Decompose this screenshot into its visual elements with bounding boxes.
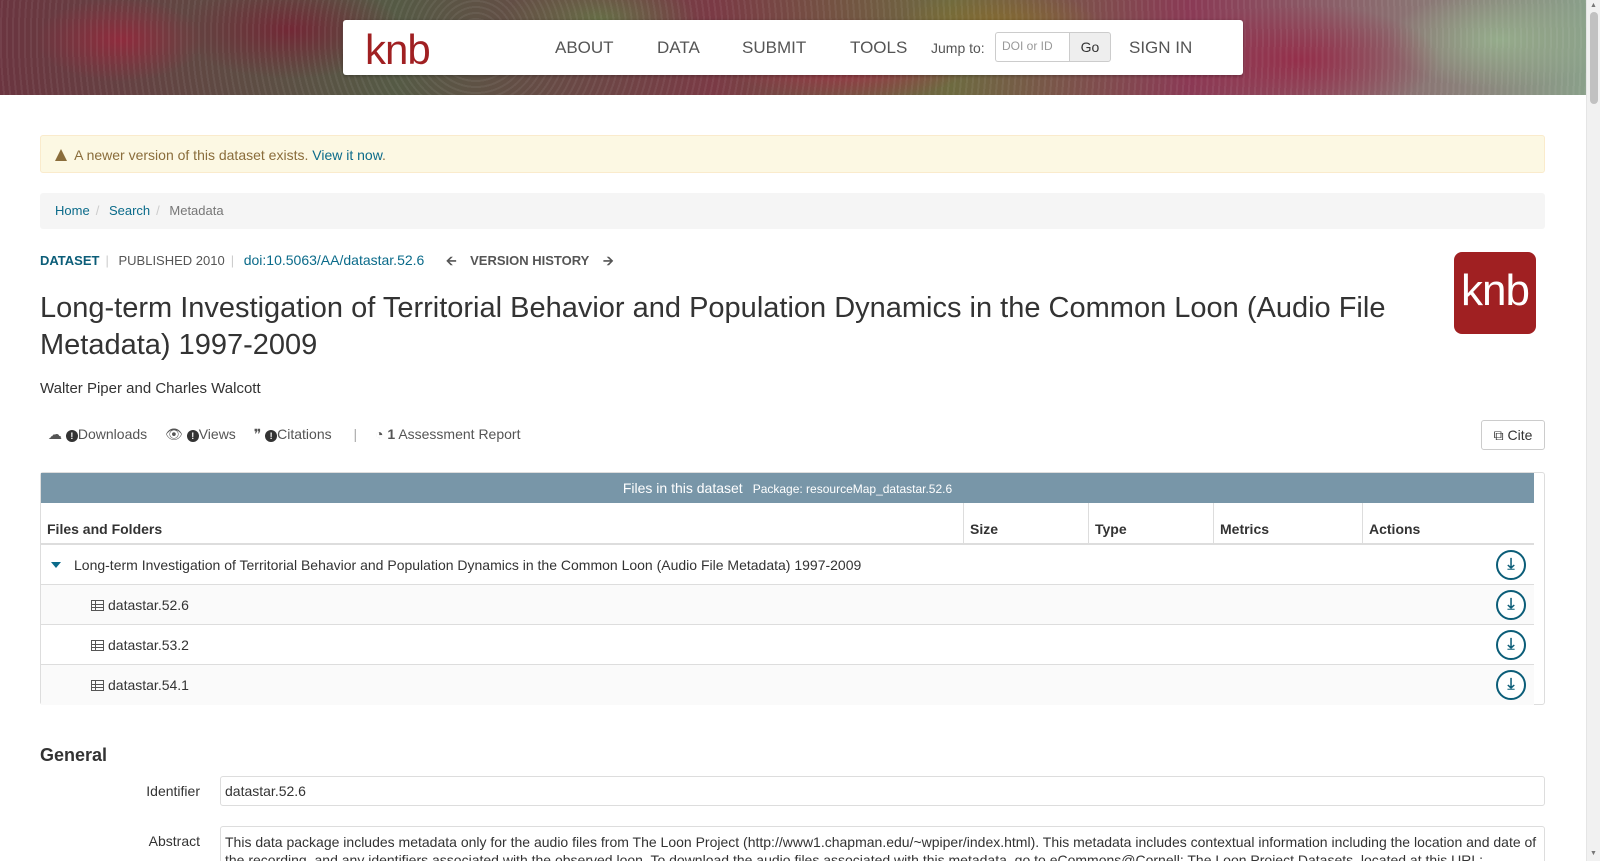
alert-text: A newer version of this dataset exists. [74, 147, 309, 163]
jump-to-input[interactable]: DOI or ID [995, 32, 1070, 62]
col-type: Type [1088, 503, 1213, 545]
version-history[interactable]: VERSION HISTORY [470, 253, 589, 268]
dataset-meta-line: DATASET | PUBLISHED 2010 | doi:10.5063/AA/… [40, 252, 614, 268]
citations-metric[interactable]: ❞ ! Citations [254, 426, 332, 442]
nav-about[interactable]: ABOUT [555, 38, 614, 58]
cloud-download-icon: ⤓ [1507, 596, 1515, 613]
alert-period: . [382, 147, 386, 163]
download-button[interactable]: ⤓ [1496, 550, 1526, 580]
files-table: Files in this dataset Package: resourceMa… [40, 472, 1545, 705]
cite-button[interactable]: ⧉ Cite [1481, 420, 1545, 450]
abstract-value: This data package includes metadata only… [220, 826, 1545, 861]
exclamation-icon: ! [186, 430, 199, 442]
cloud-download-icon: ⤓ [1507, 676, 1515, 693]
cloud-download-icon: ☁ [48, 426, 62, 442]
breadcrumb-home[interactable]: Home [55, 203, 90, 218]
downloads-metric[interactable]: ☁ ! Downloads [48, 426, 147, 442]
general-heading: General [40, 745, 108, 765]
doi-link[interactable]: doi:10.5063/AA/datastar.52.6 [244, 252, 425, 268]
files-table-columns: Files and Folders Size Type Metrics Acti… [41, 503, 1534, 545]
table-row[interactable]: Long-term Investigation of Territorial B… [41, 545, 1534, 585]
breadcrumb-search[interactable]: Search [109, 203, 150, 218]
table-icon [91, 680, 104, 691]
views-metric[interactable]: 👁 ! Views [165, 426, 236, 442]
scroll-down-icon[interactable]: ▼ [1590, 850, 1597, 857]
file-name[interactable]: datastar.52.6 [91, 597, 189, 613]
warning-icon [55, 149, 67, 161]
abstract-label: Abstract [148, 833, 200, 849]
view-it-now-link[interactable]: View it now [312, 147, 382, 163]
knb-nav-logo[interactable]: knb [365, 26, 431, 74]
identifier-label: Identifier [146, 783, 200, 799]
prev-version-arrow-icon[interactable]: 🡨 [446, 253, 457, 268]
col-size: Size [963, 503, 1088, 545]
scroll-thumb[interactable] [1590, 12, 1598, 104]
knb-repository-logo[interactable]: knb [1454, 252, 1536, 334]
dataset-title: Long-term Investigation of Territorial B… [40, 292, 1386, 361]
dashboard-icon: ◔ [375, 426, 384, 442]
breadcrumb: Home / Search / Metadata [40, 193, 1545, 229]
published-year: PUBLISHED 2010 [118, 253, 225, 268]
download-button[interactable]: ⤓ [1496, 670, 1526, 700]
download-button[interactable]: ⤓ [1496, 630, 1526, 660]
next-version-arrow-icon[interactable]: 🡪 [603, 253, 614, 268]
identifier-value: datastar.52.6 [220, 776, 1545, 806]
sign-in-link[interactable]: SIGN IN [1129, 38, 1192, 58]
assessment-report-link[interactable]: ◔ 1 Assessment Report [375, 426, 520, 442]
package-label: Package: resourceMap_datastar.52.6 [752, 482, 953, 496]
file-name[interactable]: datastar.54.1 [91, 677, 189, 693]
metrics-bar: ☁ ! Downloads 👁 ! Views ❞ ! Citations | ◔ 1… [48, 426, 521, 442]
cloud-download-icon: ⤓ [1507, 636, 1515, 653]
table-icon [91, 640, 104, 651]
exclamation-icon: ! [265, 430, 278, 442]
col-metrics: Metrics [1213, 503, 1362, 545]
eye-icon: 👁 [165, 426, 183, 442]
exclamation-icon: ! [65, 430, 78, 442]
quote-icon: ❞ [253, 426, 262, 442]
files-table-header: Files in this dataset Package: resourceMa… [41, 473, 1534, 503]
col-actions: Actions [1362, 503, 1534, 545]
table-row[interactable]: datastar.54.1 ⤓ [41, 665, 1534, 705]
newer-version-alert: A newer version of this dataset exists. … [40, 135, 1545, 173]
nav-submit[interactable]: SUBMIT [742, 38, 806, 58]
table-row[interactable]: datastar.53.2 ⤓ [41, 625, 1534, 665]
caret-down-icon[interactable] [51, 562, 61, 568]
scrollbar[interactable]: ▲ ▼ [1586, 0, 1600, 861]
file-name[interactable]: datastar.53.2 [91, 637, 189, 653]
col-files-and-folders: Files and Folders [47, 521, 163, 537]
table-row[interactable]: datastar.52.6 ⤓ [41, 585, 1534, 625]
breadcrumb-metadata: Metadata [169, 203, 224, 218]
cloud-download-icon: ⤓ [1507, 556, 1515, 573]
download-button[interactable]: ⤓ [1496, 590, 1526, 620]
scroll-up-icon[interactable]: ▲ [1590, 2, 1597, 9]
navbar: knb ABOUT DATA SUBMIT TOOLS Jump to: DOI… [343, 20, 1243, 75]
jump-go-button[interactable]: Go [1069, 32, 1111, 62]
dataset-kind: DATASET [40, 253, 100, 268]
dataset-authors: Walter Piper and Charles Walcott [40, 380, 261, 397]
copy-icon: ⧉ [1493, 427, 1504, 443]
package-title-link[interactable]: Long-term Investigation of Territorial B… [74, 557, 861, 573]
nav-data[interactable]: DATA [657, 38, 700, 58]
nav-tools[interactable]: TOOLS [850, 38, 907, 58]
table-icon [91, 600, 104, 611]
jump-to-label: Jump to: [931, 40, 985, 56]
